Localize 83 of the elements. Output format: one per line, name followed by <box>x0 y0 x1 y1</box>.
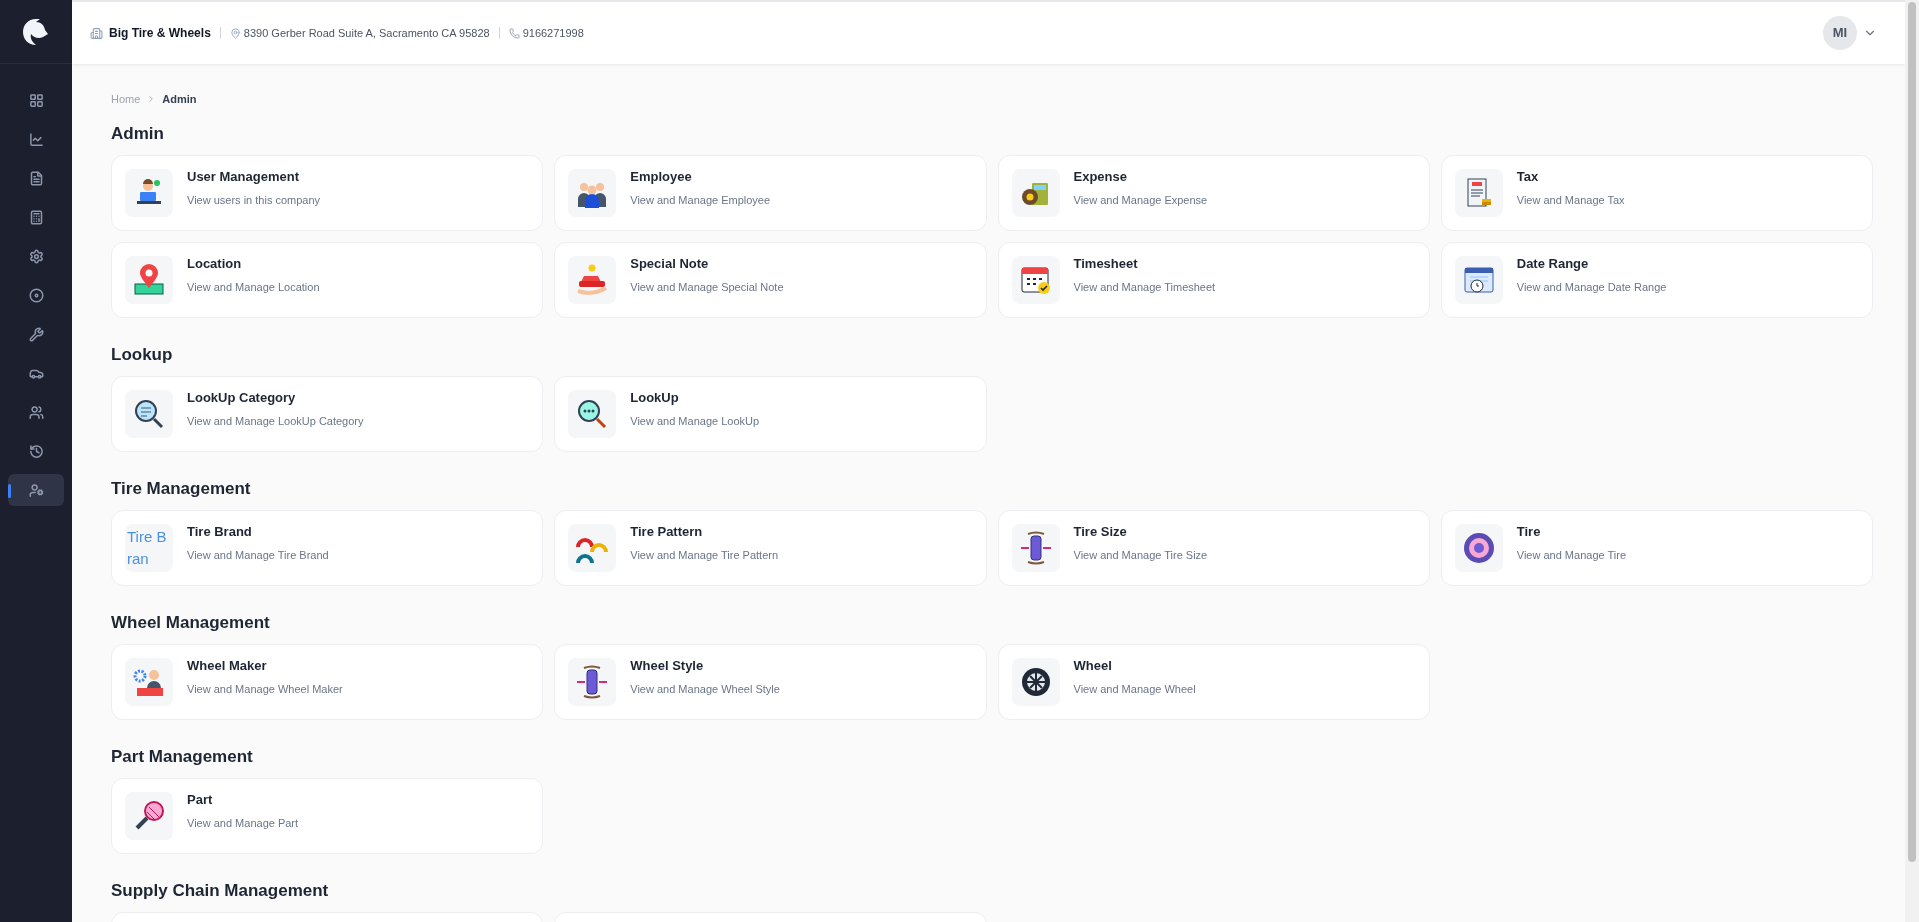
card-subtitle: View and Manage Date Range <box>1516 279 1667 295</box>
map-pin-icon <box>229 27 241 39</box>
scrollbar[interactable] <box>1905 0 1919 922</box>
admin-card[interactable]: User Management View users in this company <box>111 154 544 231</box>
card-subtitle: View and Manage Tire Size <box>1073 547 1208 563</box>
card-subtitle: View and Manage Part <box>187 815 299 831</box>
card-subtitle: View and Manage Wheel Maker <box>187 681 343 697</box>
users-icon <box>28 404 44 420</box>
active-indicator <box>8 484 11 498</box>
admin-card[interactable]: Location View and Manage Location <box>111 241 544 318</box>
user-gear-icon <box>28 482 44 498</box>
section-heading: Lookup <box>111 344 174 365</box>
card-subtitle: View and Manage Special Note <box>630 279 784 295</box>
company-name: Big Tire & Wheels <box>109 25 211 42</box>
card-title: Wheel Maker <box>187 657 268 675</box>
phone-icon <box>508 27 520 39</box>
calculator-icon <box>28 209 44 225</box>
card-title: Tire Brand <box>187 523 253 541</box>
card-title: Tire Pattern <box>630 523 704 541</box>
phone-text: 9166271998 <box>522 25 584 41</box>
image-alt-text: Tire Bran <box>127 526 168 569</box>
admin-card[interactable]: Special Note View and Manage Special Note <box>554 241 987 318</box>
card-subtitle: View and Manage Wheel <box>1073 681 1196 697</box>
section-heading: Tire Management <box>111 478 252 499</box>
disc-icon <box>28 287 44 303</box>
map-pin-icon <box>131 261 167 298</box>
admin-card[interactable]: Tax View and Manage Tax <box>1440 154 1873 231</box>
section-heading: Supply Chain Management <box>111 880 330 901</box>
card-title: Special Note <box>630 255 710 273</box>
sidebar-item[interactable] <box>8 474 64 506</box>
card-subtitle: View and Manage Expense <box>1073 192 1208 208</box>
card-subtitle: View and Manage Tire Pattern <box>630 547 779 563</box>
admin-card[interactable]: Wheel Style View and Manage Wheel Style <box>554 643 987 720</box>
breadcrumb-item: Admin <box>162 92 197 107</box>
address-text: 8390 Gerber Road Suite A, Sacramento CA 95828 <box>243 25 490 41</box>
section-heading: Part Management <box>111 746 254 767</box>
admin-card[interactable]: Tire Pattern View and Manage Tire Pattern <box>554 509 987 586</box>
admin-card[interactable]: Part View and Manage Part <box>111 777 544 854</box>
card-subtitle: View and Manage Tax <box>1516 192 1625 208</box>
card-title: Wheel Style <box>630 657 705 675</box>
card-title: Tax <box>1516 168 1540 186</box>
building-icon <box>90 26 103 40</box>
card-subtitle: View and Manage Employee <box>630 192 771 208</box>
card-title: Timesheet <box>1073 255 1139 273</box>
admin-card[interactable]: Tire Bran Tire Brand View and Manage Tire Brand <box>111 509 544 586</box>
admin-card[interactable]: Tire View and Manage Tire <box>1440 509 1873 586</box>
card-subtitle: View and Manage LookUp Category <box>187 413 364 429</box>
card-title: LookUp <box>630 389 680 407</box>
admin-card[interactable]: LookUp View and Manage LookUp <box>554 375 987 452</box>
section-heading: Admin <box>111 123 165 144</box>
document-icon <box>28 170 44 186</box>
wrench-icon <box>28 326 44 342</box>
admin-card[interactable]: Employee View and Manage Employee <box>554 154 987 231</box>
admin-card[interactable]: Wheel View and Manage Wheel <box>997 643 1430 720</box>
card-title: Tire <box>1516 523 1542 541</box>
card-title: Location <box>187 255 243 273</box>
history-icon <box>28 443 44 459</box>
card-title: Part <box>187 791 214 809</box>
gear-icon <box>28 248 44 264</box>
card-title: Employee <box>630 168 693 186</box>
card-subtitle: View and Manage Wheel Style <box>630 681 780 697</box>
card-subtitle: View and Manage Timesheet <box>1073 279 1216 295</box>
card-subtitle: View and Manage Tire <box>1516 547 1626 563</box>
card-subtitle: View and Manage Location <box>187 279 320 295</box>
card-title: LookUp Category <box>187 389 297 407</box>
section-heading: Wheel Management <box>111 612 271 633</box>
admin-card[interactable]: Date Range View and Manage Date Range <box>1440 241 1873 318</box>
card-title: Tire Size <box>1073 523 1128 541</box>
user-avatar[interactable]: MI <box>1823 16 1857 50</box>
admin-card[interactable]: Expense View and Manage Expense <box>997 154 1430 231</box>
card-title: Date Range <box>1516 255 1590 273</box>
card-title: Wheel <box>1073 657 1113 675</box>
chart-icon <box>28 131 44 147</box>
card-subtitle: View and Manage Tire Brand <box>187 547 329 563</box>
card-subtitle: View and Manage LookUp <box>630 413 760 429</box>
grid-icon <box>28 92 44 108</box>
admin-card[interactable]: Timesheet View and Manage Timesheet <box>997 241 1430 318</box>
card-title: User Management <box>187 168 300 186</box>
card-title: Expense <box>1073 168 1128 186</box>
admin-card[interactable]: Tire Size View and Manage Tire Size <box>997 509 1430 586</box>
admin-card[interactable]: Wheel Maker View and Manage Wheel Maker <box>111 643 544 720</box>
admin-card[interactable]: LookUp Category View and Manage LookUp Category <box>111 375 544 452</box>
card-subtitle: View users in this company <box>187 192 321 208</box>
